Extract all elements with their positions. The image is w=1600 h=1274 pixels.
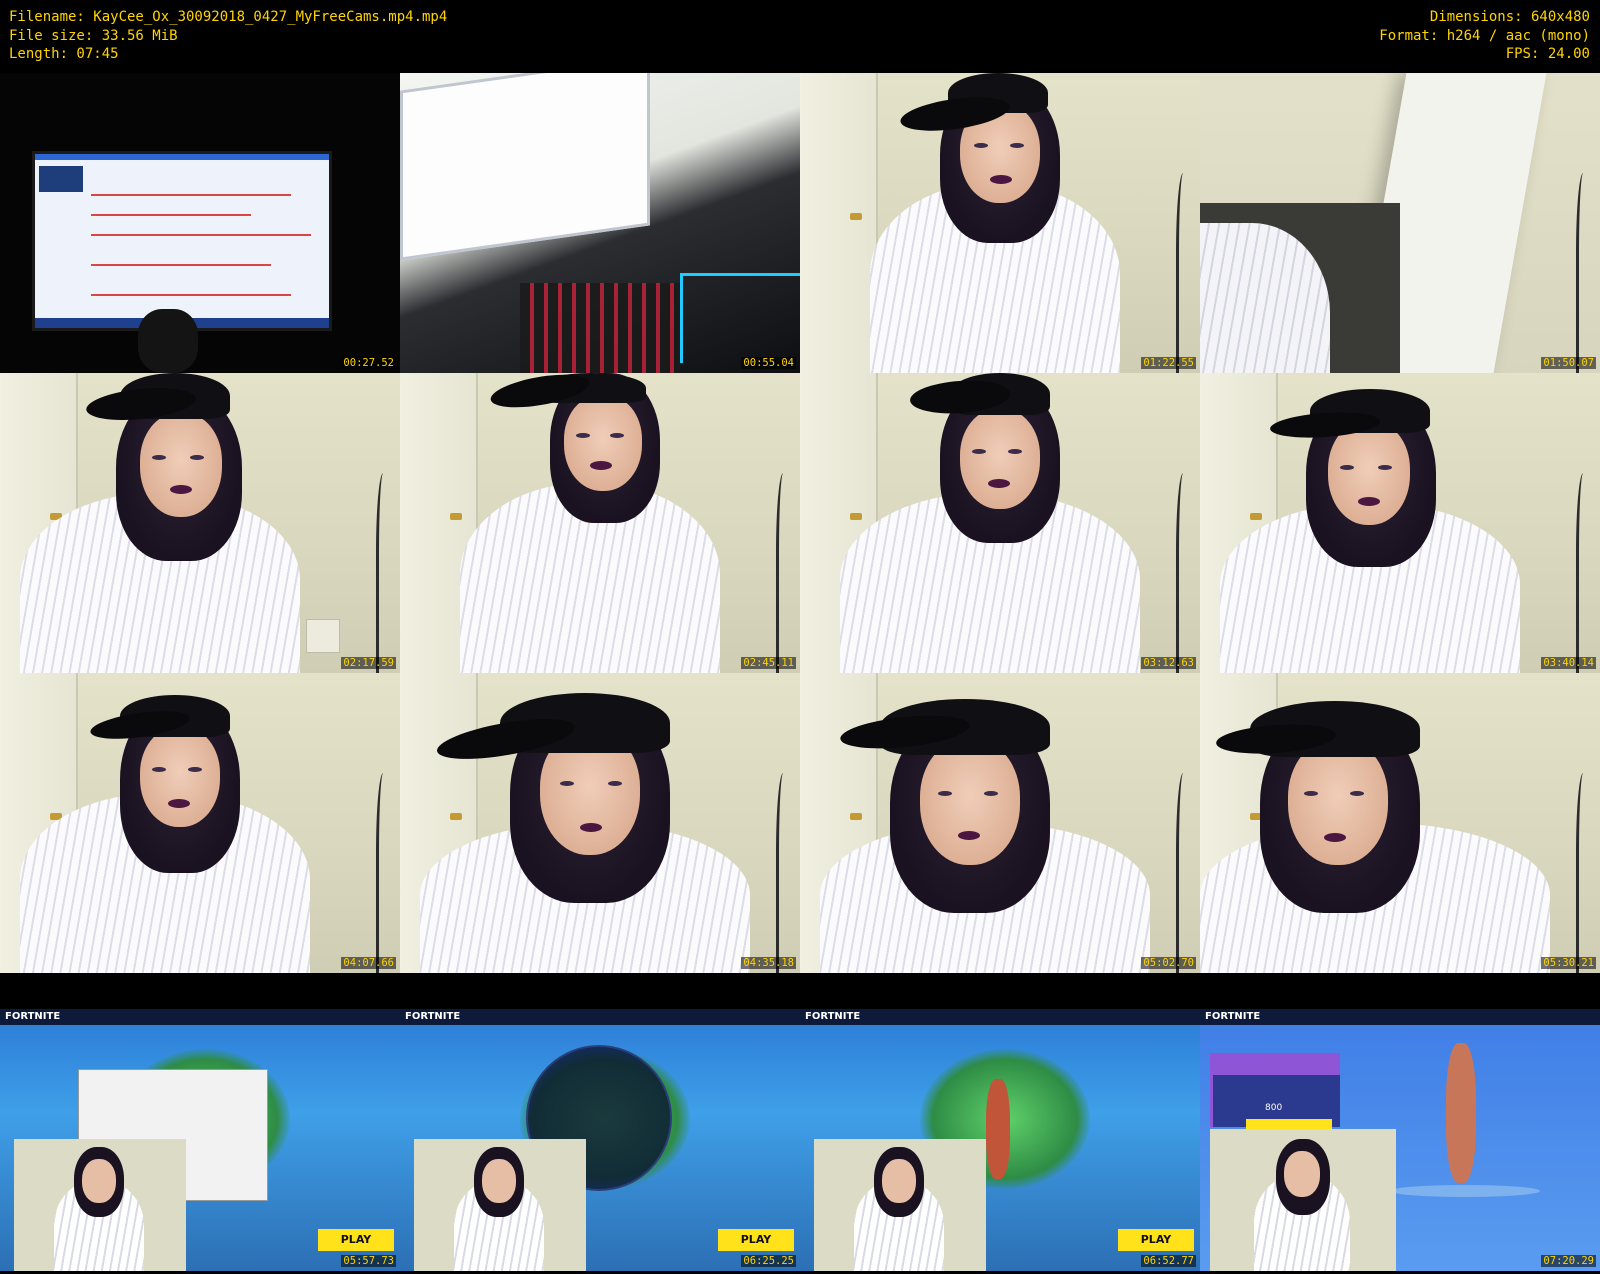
thumbnail[interactable]: 05:30.21 [1200,673,1600,973]
person-figure [1220,373,1540,673]
timestamp-label: 05:02.70 [1141,957,1196,969]
webcam-overlay [814,1139,986,1271]
play-button[interactable]: PLAY [318,1229,394,1251]
person-figure [840,373,1160,673]
monitor-scene [0,73,400,373]
timestamp-label: 07:20.29 [1541,1255,1596,1267]
room-scene [400,373,800,673]
person-figure [860,73,1160,373]
webcam-overlay [1210,1129,1396,1271]
file-info: Filename: KayCee_Ox_30092018_0427_MyFree… [9,8,447,64]
timestamp-label: 06:52.77 [1141,1255,1196,1267]
room-scene [0,373,400,673]
timestamp-label: 02:17.59 [341,657,396,669]
shop-item-card[interactable]: 800 [1210,1053,1340,1127]
monitor-scene [400,73,800,373]
stream-info: Dimensions: 640x480 Format: h264 / aac (… [1379,8,1590,64]
thumbnail[interactable]: 03:12.63 [800,373,1200,673]
room-scene [800,373,1200,673]
fortnite-logo: FORTNITE [1205,1011,1261,1022]
thumbnail[interactable]: 01:50.07 [1200,73,1600,373]
room-scene [800,73,1200,373]
timestamp-label: 03:40.14 [1541,657,1596,669]
person-figure [20,673,340,973]
room-scene [1200,73,1600,373]
info-header: Filename: KayCee_Ox_30092018_0427_MyFree… [0,0,1600,72]
room-scene [800,673,1200,973]
person-figure [440,373,740,673]
game-character [986,1079,1010,1179]
timestamp-label: 06:25.25 [741,1255,796,1267]
timestamp-label: 05:57.73 [341,1255,396,1267]
thumbnail[interactable]: FORTNITE 800 07:20.29 [1200,1009,1600,1271]
play-button[interactable]: PLAY [718,1229,794,1251]
thumbnail[interactable]: 00:27.52 [0,73,400,373]
fortnite-shop-scene: FORTNITE 800 [1200,1009,1600,1271]
fortnite-scene: FORTNITE PLAY [400,1009,800,1271]
timestamp-label: 01:50.07 [1541,357,1596,369]
timestamp-label: 02:45.11 [741,657,796,669]
filesize-text: File size: 33.56 MiB [9,27,178,44]
game-topbar: FORTNITE [1200,1009,1600,1025]
play-button[interactable]: PLAY [1118,1229,1194,1251]
room-scene [0,673,400,973]
person-figure [820,673,1160,973]
keyboard-image [520,283,680,373]
person-figure [1200,673,1560,973]
monitor-image [32,151,332,331]
shop-price: 800 [1265,1103,1283,1113]
game-topbar: FORTNITE [0,1009,400,1025]
thumbnail[interactable]: 00:55.04 [400,73,800,373]
monitor-image [400,73,650,261]
webcam-overlay [414,1139,586,1271]
thumbnail[interactable]: FORTNITE PLAY 06:25.25 [400,1009,800,1271]
fps-text: FPS: 24.00 [1505,46,1590,62]
fortnite-scene: FORTNITE PLAY [800,1009,1200,1271]
timestamp-label: 04:07.66 [341,957,396,969]
thumbnail[interactable]: 02:45.11 [400,373,800,673]
thumbnail[interactable]: 02:17.59 [0,373,400,673]
person-figure [420,673,760,973]
fortnite-logo: FORTNITE [5,1011,61,1022]
room-scene [400,673,800,973]
thumbnail[interactable]: 03:40.14 [1200,373,1600,673]
length-text: Length: 07:45 [9,46,119,62]
fortnite-logo: FORTNITE [405,1011,461,1022]
thumbnail[interactable]: 04:35.18 [400,673,800,973]
timestamp-label: 05:30.21 [1541,957,1596,969]
room-scene [1200,673,1600,973]
game-topbar: FORTNITE [400,1009,800,1025]
thumbnail[interactable]: FORTNITE PLAY 05:57.73 [0,1009,400,1271]
format-text: Format: h264 / aac (mono) [1379,27,1590,44]
game-character [1446,1043,1476,1183]
timestamp-label: 04:35.18 [741,957,796,969]
webcam-overlay [14,1139,186,1271]
person-figure [20,373,320,673]
timestamp-label: 00:27.52 [341,357,396,369]
game-topbar: FORTNITE [800,1009,1200,1025]
timestamp-label: 03:12.63 [1141,657,1196,669]
thumbnail[interactable]: 01:22.55 [800,73,1200,373]
fortnite-logo: FORTNITE [805,1011,861,1022]
thumbnail[interactable]: FORTNITE PLAY 06:52.77 [800,1009,1200,1271]
thumbnail[interactable]: 05:02.70 [800,673,1200,973]
room-scene [1200,373,1600,673]
timestamp-label: 00:55.04 [741,357,796,369]
thumbnail[interactable]: 04:07.66 [0,673,400,973]
fortnite-scene: FORTNITE PLAY [0,1009,400,1271]
timestamp-label: 01:22.55 [1141,357,1196,369]
dimensions-text: Dimensions: 640x480 [1429,9,1590,25]
filename-text: Filename: KayCee_Ox_30092018_0427_MyFree… [9,9,448,25]
